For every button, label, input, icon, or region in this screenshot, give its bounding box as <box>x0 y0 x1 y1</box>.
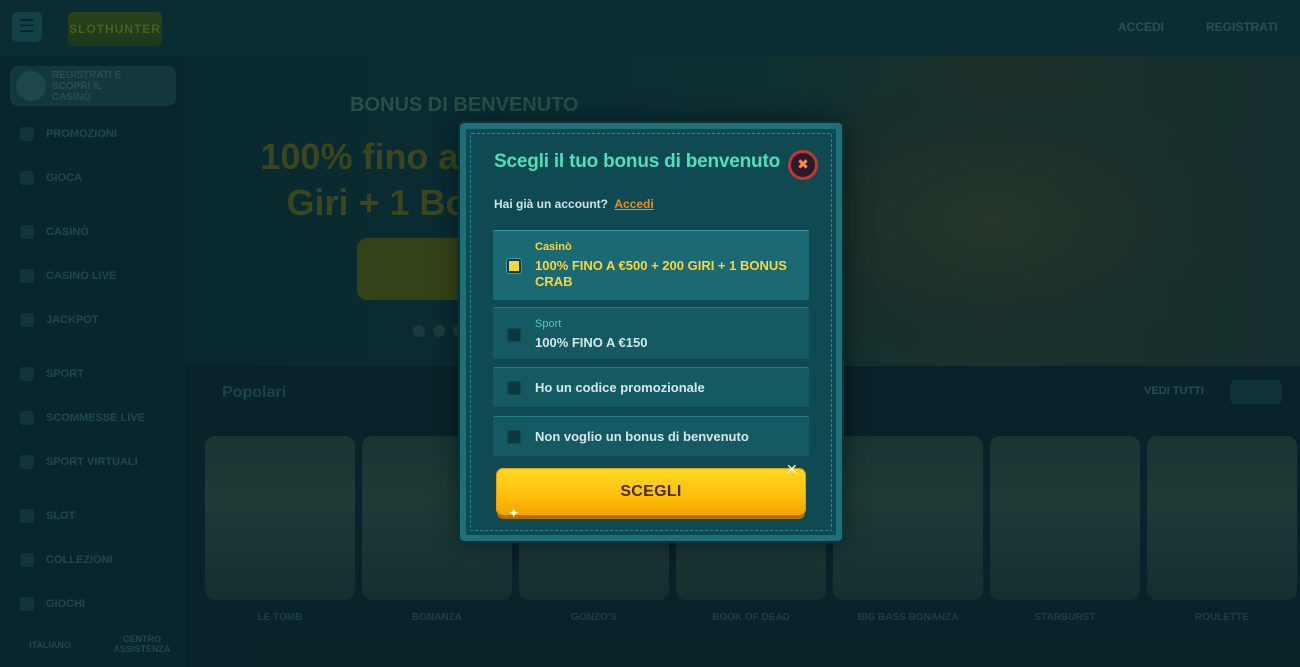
login-link[interactable]: Accedi <box>614 197 653 211</box>
bonus-option-casino[interactable]: Casinò 100% FINO A €500 + 200 GIRI + 1 B… <box>493 230 809 300</box>
radio-sport[interactable] <box>507 328 521 342</box>
option-label: 100% FINO A €500 + 200 GIRI + 1 BONUS CR… <box>535 258 787 289</box>
close-icon[interactable]: ✖ <box>788 150 818 180</box>
choose-button[interactable]: SCEGLI <box>497 469 805 515</box>
bonus-option-promo-code[interactable]: Ho un codice promozionale <box>493 367 809 407</box>
option-category: Casinò <box>535 241 572 253</box>
account-question: Hai già un account? <box>494 197 609 211</box>
modal-title: Scegli il tuo bonus di benvenuto <box>494 151 780 172</box>
radio-no-bonus[interactable] <box>507 430 521 444</box>
sparkle-icon: ✦ <box>508 506 520 522</box>
sparkle-icon: ✕ <box>786 462 798 478</box>
option-label: Ho un codice promozionale <box>535 380 705 395</box>
option-label: 100% FINO A €150 <box>535 335 648 350</box>
radio-casino[interactable] <box>507 259 521 273</box>
option-category: Sport <box>535 318 562 330</box>
bonus-option-no-bonus[interactable]: Non voglio un bonus di benvenuto <box>493 416 809 456</box>
bonus-option-sport[interactable]: Sport 100% FINO A €150 <box>493 307 809 359</box>
radio-promo-code[interactable] <box>507 381 521 395</box>
welcome-bonus-modal: Scegli il tuo bonus di benvenuto ✖ Hai g… <box>460 123 842 541</box>
option-label: Non voglio un bonus di benvenuto <box>535 429 749 444</box>
account-line: Hai già un account? Accedi <box>494 197 654 211</box>
